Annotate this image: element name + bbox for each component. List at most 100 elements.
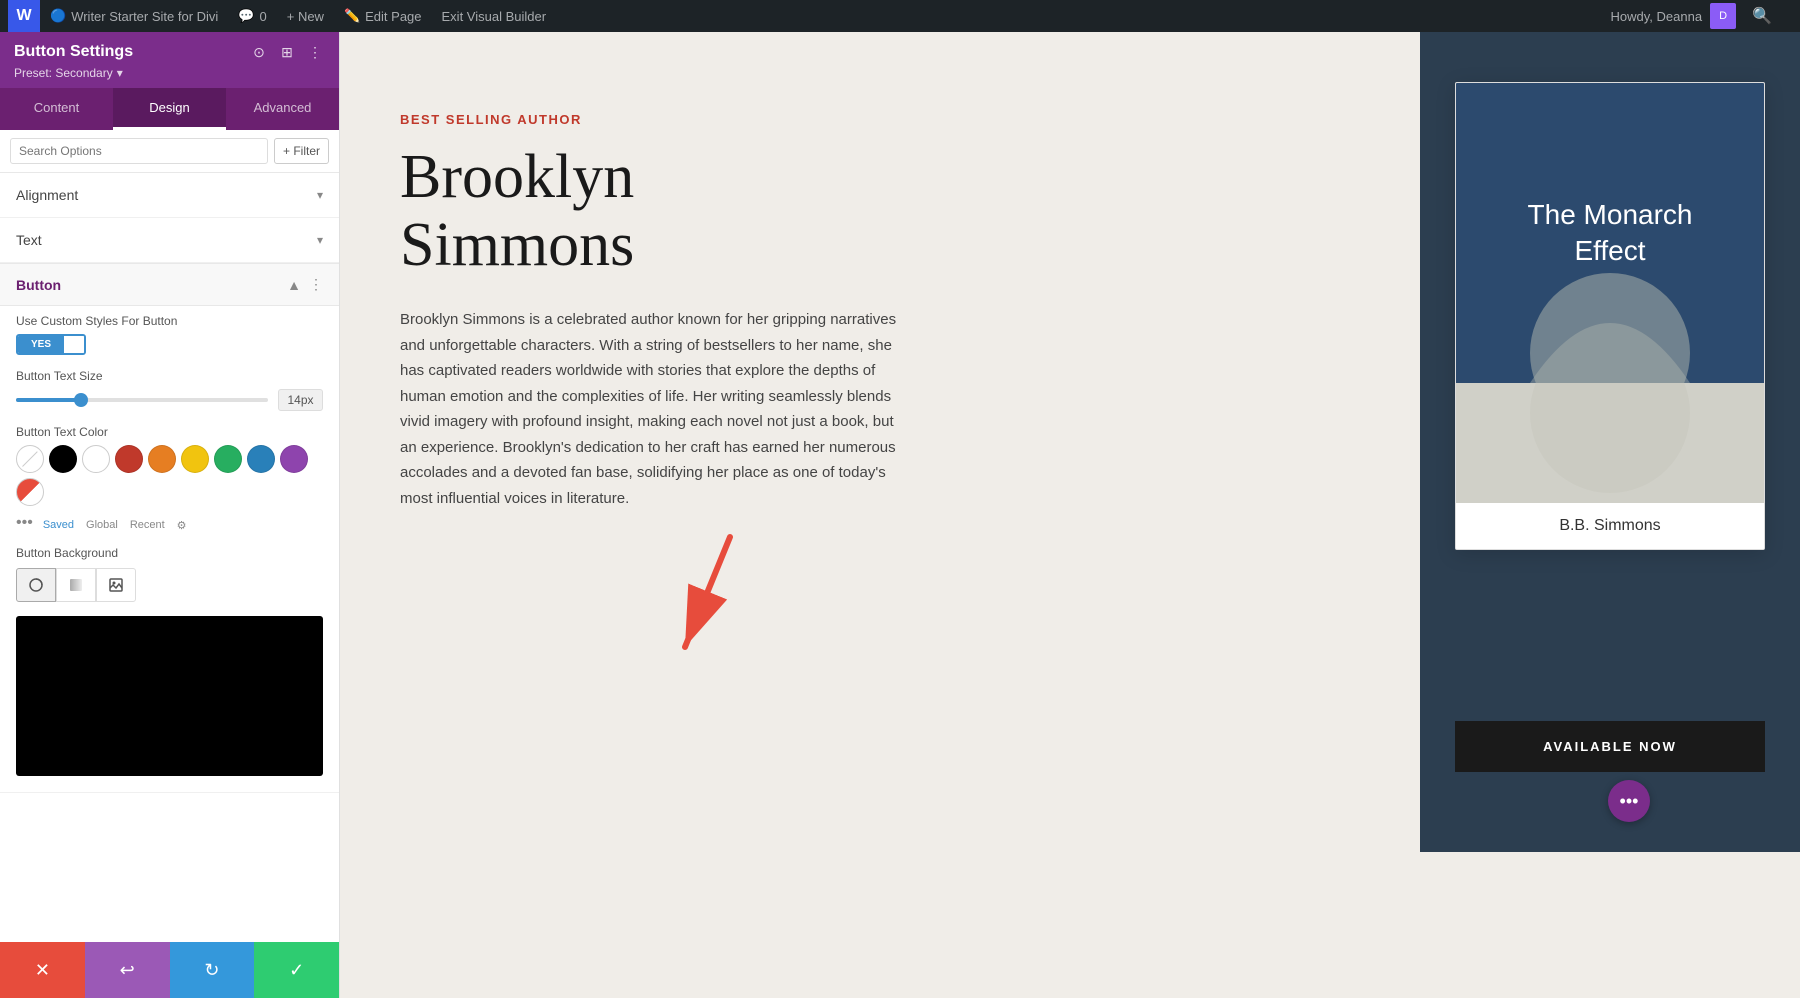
redo-button[interactable]: ↻ xyxy=(170,942,255,998)
button-section-body: Use Custom Styles For Button YES Button … xyxy=(0,306,339,792)
color-swatch-black[interactable] xyxy=(49,445,77,473)
filter-button[interactable]: + Filter xyxy=(274,138,329,164)
admin-bar-site[interactable]: 🔵 Writer Starter Site for Divi xyxy=(40,0,228,32)
wordpress-icon[interactable]: W xyxy=(8,0,40,32)
undo-button[interactable]: ↩ xyxy=(85,942,170,998)
available-now-button[interactable]: AVAILABLE NOW xyxy=(1455,721,1765,772)
comment-icon: 💬 xyxy=(238,8,254,24)
preset-chevron: ▾ xyxy=(117,66,123,80)
color-settings-icon[interactable]: ⚙ xyxy=(177,519,187,532)
alignment-label: Alignment xyxy=(16,187,78,203)
bg-type-image[interactable] xyxy=(96,568,136,602)
button-section-icons: ▲ ⋮ xyxy=(287,276,323,293)
edit-page-label: Edit Page xyxy=(365,9,421,24)
main-area: Button Settings ⊙ ⊞ ⋮ Preset: Secondary … xyxy=(0,32,1800,998)
search-options-input[interactable] xyxy=(10,138,268,164)
sidebar-header: Button Settings ⊙ ⊞ ⋮ Preset: Secondary … xyxy=(0,32,339,88)
color-preview-box xyxy=(16,616,323,776)
admin-bar-right: Howdy, Deanna D 🔍 xyxy=(1611,3,1792,29)
sidebar-header-icons: ⊙ ⊞ ⋮ xyxy=(249,42,325,62)
comments-count: 0 xyxy=(260,9,267,24)
preset-selector[interactable]: Preset: Secondary ▾ xyxy=(14,66,325,80)
save-button[interactable]: ✓ xyxy=(254,942,339,998)
book-cover: The MonarchEffect xyxy=(1456,83,1764,383)
filter-label: + Filter xyxy=(283,144,320,158)
book-cover-bottom-decoration xyxy=(1510,383,1710,503)
toggle-no xyxy=(64,336,84,353)
button-section-title: Button xyxy=(16,277,61,293)
save-icon: ✓ xyxy=(289,960,304,981)
book-author-name: B.B. Simmons xyxy=(1456,503,1764,549)
wp-logo-icon: 🔵 xyxy=(50,8,66,24)
bg-type-gradient[interactable] xyxy=(56,568,96,602)
button-collapse-icon[interactable]: ▲ xyxy=(287,277,301,293)
text-size-label: Button Text Size xyxy=(16,369,323,383)
slider-value[interactable]: 14px xyxy=(278,389,323,411)
color-swatch-orange[interactable] xyxy=(148,445,176,473)
color-tab-saved[interactable]: Saved xyxy=(43,519,74,532)
color-swatch-green[interactable] xyxy=(214,445,242,473)
undo-icon: ↩ xyxy=(120,960,135,981)
custom-styles-toggle[interactable]: YES xyxy=(16,334,86,355)
cancel-button[interactable]: ✕ xyxy=(0,942,85,998)
custom-styles-setting: Use Custom Styles For Button YES xyxy=(16,314,323,355)
more-icon[interactable]: ⋮ xyxy=(305,42,325,62)
color-tab-recent[interactable]: Recent xyxy=(130,519,165,532)
alignment-section: Alignment ▾ xyxy=(0,173,339,218)
cancel-icon: ✕ xyxy=(35,960,50,981)
color-tabs: Saved Global Recent ⚙ xyxy=(43,519,187,532)
preset-label: Preset: Secondary xyxy=(14,66,113,80)
color-swatch-purple[interactable] xyxy=(280,445,308,473)
button-section: Button ▲ ⋮ Use Custom Styles For Button … xyxy=(0,263,339,793)
bg-types xyxy=(16,568,323,602)
color-swatch-blue[interactable] xyxy=(247,445,275,473)
color-swatch-transparent[interactable] xyxy=(16,445,44,473)
user-avatar[interactable]: D xyxy=(1710,3,1736,29)
search-icon[interactable]: 🔍 xyxy=(1744,6,1780,26)
tab-advanced[interactable]: Advanced xyxy=(226,88,339,130)
exit-builder-label: Exit Visual Builder xyxy=(442,9,547,24)
admin-bar-comments[interactable]: 💬 0 xyxy=(228,0,276,32)
pencil-icon: ✏️ xyxy=(344,8,360,24)
sidebar-search-bar: + Filter xyxy=(0,130,339,173)
custom-styles-label: Use Custom Styles For Button xyxy=(16,314,323,328)
new-label: + New xyxy=(287,9,324,24)
sidebar-panel: Button Settings ⊙ ⊞ ⋮ Preset: Secondary … xyxy=(0,32,340,998)
bg-type-color[interactable] xyxy=(16,568,56,602)
color-swatch-yellow[interactable] xyxy=(181,445,209,473)
slider-fill xyxy=(16,398,79,402)
button-section-header: Button ▲ ⋮ xyxy=(0,263,339,306)
hero-right: The MonarchEffect B.B. Simmons xyxy=(1420,32,1800,852)
color-dots[interactable]: ••• xyxy=(16,514,33,532)
layout-icon[interactable]: ⊞ xyxy=(277,42,297,62)
author-name: BrooklynSimmons xyxy=(400,143,1360,279)
tab-design[interactable]: Design xyxy=(113,88,226,130)
alignment-chevron-icon: ▾ xyxy=(317,188,323,202)
sidebar-content: Alignment ▾ Text ▾ Button ▲ xyxy=(0,173,339,942)
page-content: BEST SELLING AUTHOR BrooklynSimmons Broo… xyxy=(340,32,1800,998)
slider-track[interactable] xyxy=(16,398,268,402)
button-section-label: Button xyxy=(16,277,61,293)
admin-bar-exit-builder[interactable]: Exit Visual Builder xyxy=(432,0,557,32)
author-bio: Brooklyn Simmons is a celebrated author … xyxy=(400,307,900,511)
text-section: Text ▾ xyxy=(0,218,339,263)
color-tab-global[interactable]: Global xyxy=(86,519,118,532)
text-accordion-header[interactable]: Text ▾ xyxy=(0,218,339,262)
color-swatch-white[interactable] xyxy=(82,445,110,473)
admin-bar-edit-page[interactable]: ✏️ Edit Page xyxy=(334,0,432,32)
dots-icon: ••• xyxy=(1620,791,1639,812)
toggle-container: YES xyxy=(16,334,323,355)
button-more-icon[interactable]: ⋮ xyxy=(309,276,323,293)
floating-menu-button[interactable]: ••• xyxy=(1608,780,1650,822)
slider-thumb[interactable] xyxy=(74,393,88,407)
admin-bar-new[interactable]: + New xyxy=(277,0,334,32)
alignment-accordion-header[interactable]: Alignment ▾ xyxy=(0,173,339,217)
focus-icon[interactable]: ⊙ xyxy=(249,42,269,62)
color-swatches xyxy=(16,445,323,506)
color-swatch-custom[interactable] xyxy=(16,478,44,506)
color-swatch-red[interactable] xyxy=(115,445,143,473)
sidebar-tabs: Content Design Advanced xyxy=(0,88,339,130)
tab-content[interactable]: Content xyxy=(0,88,113,130)
hero-left: BEST SELLING AUTHOR BrooklynSimmons Broo… xyxy=(340,32,1420,852)
text-color-setting: Button Text Color xyxy=(16,425,323,532)
